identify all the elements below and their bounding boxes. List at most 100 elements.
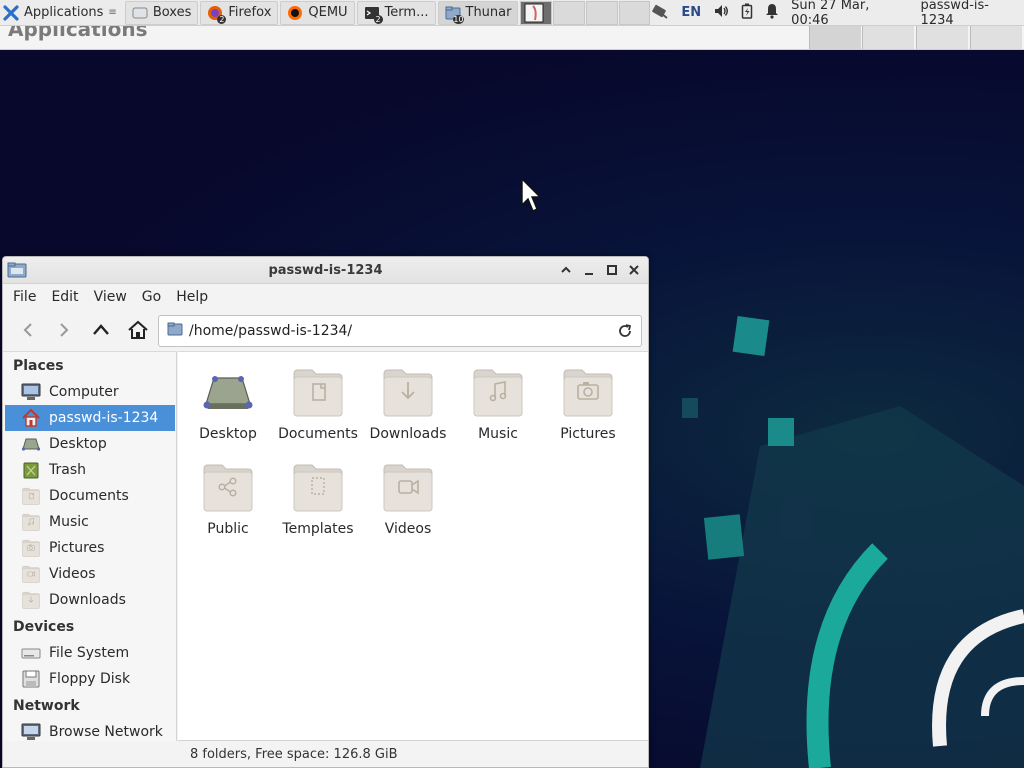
- home-button[interactable]: [125, 317, 151, 343]
- folder-item-label: Videos: [384, 521, 432, 537]
- folder-icon: [167, 322, 183, 340]
- sidebar-item-floppy-disk[interactable]: Floppy Disk: [5, 666, 175, 692]
- location-path: /home/passwd-is-1234/: [189, 323, 353, 339]
- back-button[interactable]: [15, 317, 41, 343]
- workspace-2[interactable]: [553, 0, 586, 25]
- folder-item-label: Templates: [282, 521, 354, 537]
- workspace-3[interactable]: [586, 0, 618, 25]
- notification-bell-icon[interactable]: [765, 3, 779, 23]
- location-bar[interactable]: /home/passwd-is-1234/: [158, 315, 642, 347]
- videos-folder-icon: [380, 459, 436, 515]
- clock[interactable]: Sun 27 Mar, 00:46: [791, 0, 908, 28]
- taskbar-button-thunar[interactable]: 10 Thunar: [437, 0, 519, 25]
- applications-label: Applications: [24, 5, 104, 20]
- taskbar-button-label: QEMU: [308, 5, 348, 20]
- window-minimize-button[interactable]: [581, 262, 597, 278]
- folder-item-downloads[interactable]: Downloads: [362, 352, 454, 444]
- sidebar-item-passwd-is-1234[interactable]: passwd-is-1234: [5, 405, 175, 431]
- sidebar-item-computer[interactable]: Computer: [5, 379, 175, 405]
- window-shade-button[interactable]: [558, 262, 574, 278]
- documents-folder-icon: [21, 486, 41, 506]
- floppy-icon: [21, 669, 41, 689]
- menu-help[interactable]: Help: [176, 289, 208, 305]
- taskbar-button-qemu[interactable]: QEMU: [280, 0, 355, 25]
- folder-item-public[interactable]: Public: [182, 447, 274, 539]
- sidebar-item-videos[interactable]: Videos: [5, 561, 175, 587]
- downloads-folder-icon: [21, 590, 41, 610]
- firefox-icon: 2: [207, 5, 227, 24]
- sidebar-item-pictures[interactable]: Pictures: [5, 535, 175, 561]
- boxes-icon: [132, 5, 148, 21]
- sidebar-item-label: passwd-is-1234: [49, 410, 159, 426]
- folder-item-label: Desktop: [199, 426, 257, 442]
- menu-go[interactable]: Go: [142, 289, 161, 305]
- folder-item-pictures[interactable]: Pictures: [542, 352, 634, 444]
- sidebar-item-label: File System: [49, 645, 130, 661]
- forward-button[interactable]: [51, 317, 77, 343]
- folder-item-music[interactable]: Music: [452, 352, 544, 444]
- background-window-button: [970, 26, 1022, 49]
- window-count-badge: 2: [373, 14, 383, 24]
- keyboard-layout-indicator[interactable]: EN: [681, 5, 701, 20]
- menu-view[interactable]: View: [94, 289, 127, 305]
- pictures-folder-icon: [21, 538, 41, 558]
- window-count-badge: 2: [217, 14, 227, 24]
- file-manager-window: passwd-is-1234 File Edit View Go Help /h…: [2, 256, 649, 768]
- taskbar-button-boxes[interactable]: Boxes: [124, 0, 199, 25]
- qemu-icon: [287, 5, 303, 21]
- sidebar-item-music[interactable]: Music: [5, 509, 175, 535]
- sidebar-item-downloads[interactable]: Downloads: [5, 587, 175, 613]
- workspace-1[interactable]: [520, 0, 553, 25]
- parent-folder-button[interactable]: [88, 317, 114, 343]
- taskbar-button-term[interactable]: 2 Term...: [356, 0, 436, 25]
- workspace-4[interactable]: [618, 0, 651, 25]
- terminal-icon: 2: [364, 5, 383, 24]
- user-menu[interactable]: passwd-is-1234: [921, 0, 1020, 28]
- xfce-logo-icon: [3, 4, 19, 21]
- menu-bar: File Edit View Go Help: [3, 284, 648, 309]
- menu-grip-icon: ≡: [108, 7, 117, 18]
- top-panel: Applications ≡ Boxes 2 Firefox QEMU 2 Term...…: [0, 0, 1024, 28]
- pictures-folder-icon: [560, 364, 616, 420]
- home-icon: [21, 408, 41, 428]
- sidebar-item-browse-network[interactable]: Browse Network: [5, 719, 175, 745]
- sidebar: Places Computer passwd-is-1234 Desktop Tras…: [3, 351, 177, 741]
- sidebar-item-label: Desktop: [49, 436, 107, 452]
- network-header: Network: [13, 698, 80, 714]
- system-tray: EN Sun 27 Mar, 00:46 passwd-is-1234: [651, 0, 1024, 28]
- sidebar-item-label: Documents: [49, 488, 129, 504]
- window-titlebar[interactable]: passwd-is-1234: [3, 257, 648, 284]
- volume-icon[interactable]: [713, 3, 729, 23]
- music-folder-icon: [470, 364, 526, 420]
- folder-item-label: Downloads: [369, 426, 447, 442]
- templates-folder-icon: [290, 459, 346, 515]
- menu-edit[interactable]: Edit: [51, 289, 78, 305]
- drive-icon: [21, 643, 41, 663]
- window-close-button[interactable]: [626, 262, 642, 278]
- sidebar-item-label: Computer: [49, 384, 119, 400]
- reload-icon[interactable]: [617, 323, 633, 343]
- window-maximize-button[interactable]: [604, 262, 620, 278]
- background-window-strip: Applications: [0, 26, 1024, 50]
- sidebar-item-documents[interactable]: Documents: [5, 483, 175, 509]
- taskbar-button-label: Term...: [384, 5, 429, 20]
- folder-item-templates[interactable]: Templates: [272, 447, 364, 539]
- file-view[interactable]: Desktop Documents Downloads Music Pictur…: [178, 351, 648, 741]
- window-title: passwd-is-1234: [268, 263, 383, 278]
- applications-menu-button[interactable]: Applications ≡: [0, 1, 123, 25]
- folder-item-desktop[interactable]: Desktop: [182, 352, 274, 444]
- folder-item-videos[interactable]: Videos: [362, 447, 454, 539]
- sidebar-item-desktop[interactable]: Desktop: [5, 431, 175, 457]
- folder-item-documents[interactable]: Documents: [272, 352, 364, 444]
- sidebar-item-trash[interactable]: Trash: [5, 457, 175, 483]
- battery-icon[interactable]: [741, 3, 753, 23]
- menu-file[interactable]: File: [13, 289, 36, 305]
- taskbar-button-firefox[interactable]: 2 Firefox: [200, 0, 279, 25]
- status-text: 8 folders, Free space: 126.8 GiB: [190, 747, 398, 762]
- folder-item-label: Pictures: [560, 426, 616, 442]
- network-tray-icon[interactable]: [651, 3, 669, 23]
- taskbar-button-label: Thunar: [465, 5, 512, 20]
- videos-folder-icon: [21, 564, 41, 584]
- sidebar-item-file-system[interactable]: File System: [5, 640, 175, 666]
- toolbar: /home/passwd-is-1234/: [3, 309, 648, 351]
